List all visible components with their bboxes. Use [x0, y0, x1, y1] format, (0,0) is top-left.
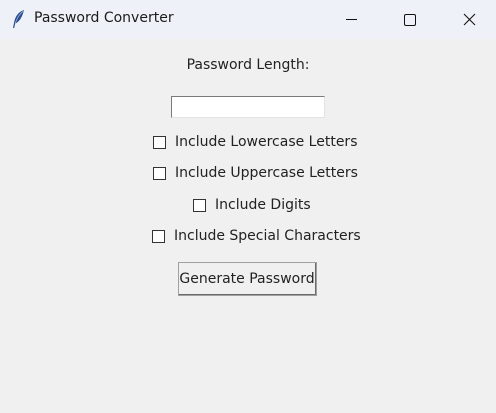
uppercase-checkbox[interactable]	[153, 166, 166, 180]
title-bar[interactable]: Password Converter	[0, 0, 496, 39]
generate-password-button[interactable]: Generate Password	[178, 262, 317, 296]
digits-label[interactable]: Include Digits	[215, 197, 311, 213]
lowercase-option[interactable]: Include Lowercase Letters	[153, 133, 358, 151]
close-button[interactable]	[447, 0, 491, 39]
minimize-icon	[346, 19, 357, 20]
maximize-button[interactable]	[388, 0, 432, 39]
special-chars-checkbox[interactable]	[152, 229, 165, 243]
form-area: Password Length: Include Lowercase Lette…	[0, 39, 496, 413]
special-chars-label[interactable]: Include Special Characters	[174, 228, 361, 244]
password-length-label: Password Length:	[186, 57, 310, 73]
uppercase-option[interactable]: Include Uppercase Letters	[153, 164, 358, 182]
digits-checkbox[interactable]	[193, 198, 206, 212]
feather-icon	[10, 9, 28, 29]
digits-option[interactable]: Include Digits	[193, 196, 311, 214]
app-window: Password Converter Password Length: Incl…	[0, 0, 496, 413]
close-icon	[463, 13, 476, 26]
lowercase-label[interactable]: Include Lowercase Letters	[175, 134, 358, 150]
uppercase-label[interactable]: Include Uppercase Letters	[175, 165, 358, 181]
lowercase-checkbox[interactable]	[153, 135, 166, 149]
maximize-icon	[404, 14, 416, 26]
window-title: Password Converter	[34, 10, 174, 26]
special-chars-option[interactable]: Include Special Characters	[152, 227, 361, 245]
password-length-input[interactable]	[171, 96, 325, 118]
minimize-button[interactable]	[330, 0, 374, 39]
